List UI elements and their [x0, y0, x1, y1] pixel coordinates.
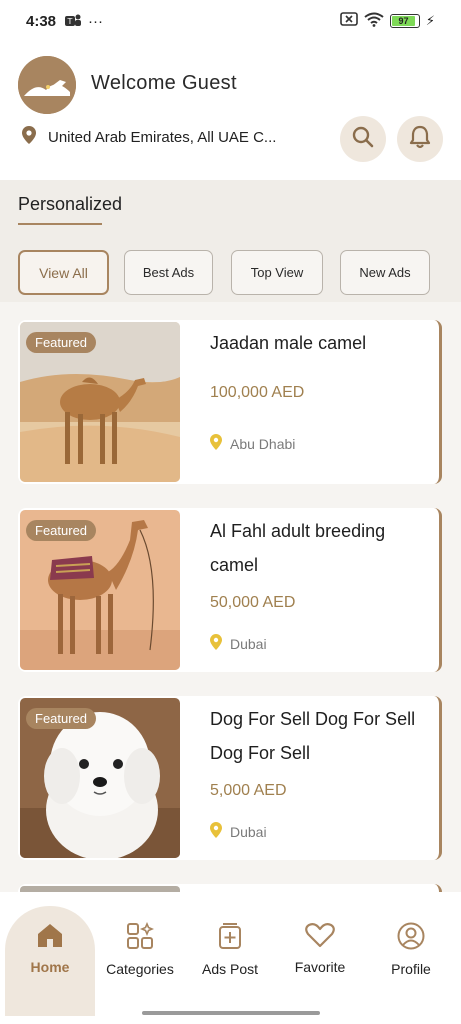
nav-ads-post[interactable]: Ads Post — [185, 906, 275, 1004]
listing-price: 5,000 AED — [210, 782, 287, 799]
listing-title: Dog For Sell Dog For Sell Dog For Sell — [210, 709, 416, 763]
filter-view-all[interactable]: View All — [18, 250, 109, 295]
nav-profile-label: Profile — [391, 961, 431, 977]
featured-badge: Featured — [26, 708, 97, 729]
featured-badge: Featured — [26, 520, 97, 541]
charging-icon: ⚡ — [425, 13, 435, 28]
data-off-icon — [340, 12, 358, 30]
search-button[interactable] — [340, 116, 386, 162]
filter-top-view[interactable]: Top View — [231, 250, 323, 295]
more-notifications-icon: ··· — [88, 12, 104, 30]
categories-icon — [126, 921, 155, 953]
nav-home[interactable]: Home — [5, 906, 95, 1016]
add-post-icon — [216, 922, 244, 953]
bell-icon — [409, 125, 431, 154]
nav-home-label: Home — [30, 959, 70, 975]
location-selector[interactable]: United Arab Emirates, All UAE C... — [22, 126, 276, 148]
section-underline — [18, 223, 102, 225]
nav-categories[interactable]: Categories — [95, 906, 185, 1004]
listing-image: Featured — [20, 510, 180, 670]
nav-favorite-label: Favorite — [294, 959, 346, 975]
search-icon — [352, 126, 374, 153]
listing-location: Dubai — [210, 634, 267, 653]
featured-badge: Featured — [26, 332, 97, 353]
listing-price: 100,000 AED — [210, 384, 305, 401]
status-time: 4:38 — [26, 12, 57, 30]
listing-feed[interactable]: Featured Jaadan male camel 100,000 AED A… — [0, 302, 461, 892]
welcome-text: Welcome Guest — [91, 72, 237, 94]
header: Welcome Guest United Arab Emirates, All … — [0, 42, 461, 180]
location-pin-icon — [210, 822, 222, 841]
bottom-navigation: Home Categories Ads Post Favorite Profil… — [0, 892, 461, 1024]
listing-location: Dubai — [210, 822, 267, 841]
nav-profile[interactable]: Profile — [366, 906, 456, 1004]
listing-image: Featured — [20, 698, 180, 858]
wifi-icon — [364, 12, 384, 31]
home-icon — [36, 922, 64, 951]
filter-new-ads[interactable]: New Ads — [340, 250, 430, 295]
listing-card[interactable]: Featured Al Fahl adult breeding camel 50… — [18, 508, 442, 672]
personalized-section: Personalized View All Best Ads Top View … — [0, 180, 461, 302]
listing-price: 50,000 AED — [210, 594, 296, 611]
brand-logo[interactable] — [18, 56, 76, 114]
location-label: United Arab Emirates, All UAE C... — [48, 128, 277, 146]
section-title: Personalized — [18, 194, 123, 214]
listing-card[interactable]: Featured Jaadan male camel 100,000 AED A… — [18, 320, 442, 484]
battery-level: 97 — [391, 16, 416, 26]
battery-icon: 97 — [389, 14, 420, 28]
profile-icon — [397, 922, 425, 953]
listing-location-label: Dubai — [230, 823, 267, 840]
listing-location-label: Abu Dhabi — [230, 435, 296, 452]
listing-card[interactable]: Featured Dog For Sell Dog For Sell Dog F… — [18, 696, 442, 860]
listing-location: Abu Dhabi — [210, 434, 295, 453]
listing-title: Jaadan male camel — [210, 333, 367, 353]
listing-image: Featured — [20, 322, 180, 482]
listing-card[interactable] — [18, 884, 442, 892]
nav-ads-post-label: Ads Post — [201, 961, 259, 977]
teams-icon: T — [64, 13, 82, 29]
location-pin-icon — [210, 434, 222, 453]
listing-title: Al Fahl adult breeding camel — [210, 521, 386, 575]
nav-categories-label: Categories — [106, 961, 174, 977]
location-pin-icon — [22, 126, 36, 148]
location-pin-icon — [210, 634, 222, 653]
listing-location-label: Dubai — [230, 635, 267, 652]
notifications-button[interactable] — [397, 116, 443, 162]
nav-favorite[interactable]: Favorite — [275, 906, 365, 1004]
home-indicator[interactable] — [142, 1011, 320, 1015]
status-bar: 4:38 T ··· 97 ⚡ — [0, 0, 461, 42]
heart-icon — [305, 922, 335, 951]
filter-best-ads[interactable]: Best Ads — [124, 250, 213, 295]
svg-text:T: T — [67, 17, 73, 26]
